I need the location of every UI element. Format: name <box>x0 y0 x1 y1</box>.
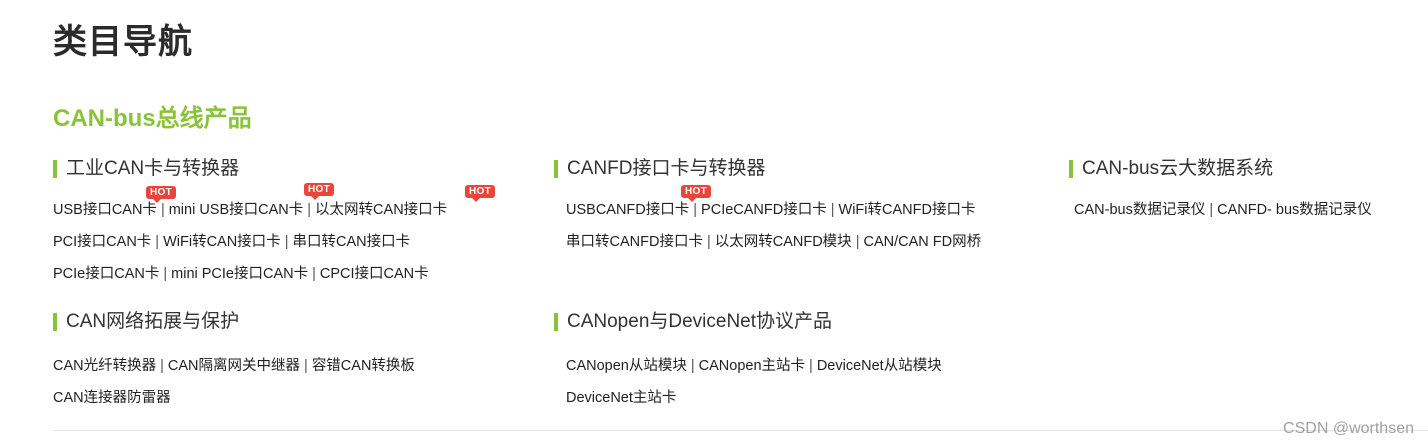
hot-badge: HOT <box>146 186 177 203</box>
hot-badge: HOT <box>681 185 712 202</box>
link-can-fiber[interactable]: CAN光纤转换器 <box>53 358 156 374</box>
link-can-gateway-repeater[interactable]: CAN隔离网关中继器 <box>168 358 300 374</box>
separator: | <box>160 202 165 218</box>
category-heading-label: CANFD接口卡与转换器 <box>567 158 766 179</box>
separator: | <box>809 358 813 374</box>
separator: | <box>693 202 698 218</box>
accent-bar <box>554 160 558 178</box>
link-devicenet-master[interactable]: DeviceNet主站卡 <box>566 390 676 406</box>
link-ethernet-can[interactable]: 以太网转CAN接口卡 <box>315 202 447 218</box>
link-line: USBCANFD接口卡 | PCIeCANFD接口卡 | WiFi转CANFD接口卡 <box>566 200 975 220</box>
link-wifi-canfd[interactable]: WiFi转CANFD接口卡 <box>839 202 976 218</box>
link-mini-usb-can[interactable]: mini USB接口CAN卡 <box>169 202 304 218</box>
hot-badge: HOT <box>304 183 335 200</box>
category-heading-industrial-can[interactable]: 工业CAN卡与转换器 <box>53 157 239 181</box>
link-pci-can[interactable]: PCI接口CAN卡 <box>53 234 151 250</box>
link-serial-canfd[interactable]: 串口转CANFD接口卡 <box>566 234 703 250</box>
separator: | <box>312 266 316 282</box>
category-heading-label: CAN网络拓展与保护 <box>66 311 240 332</box>
link-usbcanfd[interactable]: USBCANFD接口卡 <box>566 202 689 218</box>
link-pciecanfd[interactable]: PCIeCANFD接口卡 <box>701 202 827 218</box>
link-line: CAN-bus数据记录仪 | CANFD- bus数据记录仪 <box>1074 200 1372 220</box>
section-title: CAN-bus总线产品 <box>53 105 252 132</box>
category-heading-canopen[interactable]: CANopen与DeviceNet协议产品 <box>554 310 832 334</box>
category-heading-network[interactable]: CAN网络拓展与保护 <box>53 310 239 334</box>
link-cpci-can[interactable]: CPCI接口CAN卡 <box>320 266 429 282</box>
separator: | <box>690 358 695 374</box>
separator: | <box>163 266 168 282</box>
separator: | <box>304 358 308 374</box>
separator: | <box>706 234 711 250</box>
link-line: CAN光纤转换器 | CAN隔离网关中继器 | 容错CAN转换板 <box>53 356 415 376</box>
link-line: DeviceNet主站卡 <box>566 388 676 408</box>
link-line: CANopen从站模块 | CANopen主站卡 | DeviceNet从站模块 <box>566 356 942 376</box>
category-heading-label: 工业CAN卡与转换器 <box>66 158 240 179</box>
accent-bar <box>554 313 558 331</box>
link-line: 串口转CANFD接口卡 | 以太网转CANFD模块 | CAN/CAN FD网桥 <box>566 232 981 252</box>
accent-bar <box>53 160 57 178</box>
link-serial-can[interactable]: 串口转CAN接口卡 <box>292 234 410 250</box>
link-ethernet-canfd[interactable]: 以太网转CANFD模块 <box>715 234 852 250</box>
category-heading-label: CANopen与DeviceNet协议产品 <box>567 311 833 332</box>
link-devicenet-slave[interactable]: DeviceNet从站模块 <box>817 358 942 374</box>
category-heading-canfd[interactable]: CANFD接口卡与转换器 <box>554 157 765 181</box>
link-can-surge-protector[interactable]: CAN连接器防雷器 <box>53 390 171 406</box>
link-mini-pcie-can[interactable]: mini PCIe接口CAN卡 <box>171 266 308 282</box>
category-heading-label: CAN-bus云大数据系统 <box>1082 158 1274 179</box>
accent-bar <box>1069 160 1073 178</box>
link-line: PCI接口CAN卡 | WiFi转CAN接口卡 | 串口转CAN接口卡 <box>53 232 410 252</box>
link-line: CAN连接器防雷器 <box>53 388 171 408</box>
link-usb-can[interactable]: USB接口CAN卡 <box>53 202 157 218</box>
link-pcie-can[interactable]: PCIe接口CAN卡 <box>53 266 159 282</box>
separator: | <box>307 202 312 218</box>
separator: | <box>284 234 289 250</box>
link-canfd-bus-logger[interactable]: CANFD- bus数据记录仪 <box>1217 202 1372 218</box>
separator: | <box>1209 202 1214 218</box>
link-fault-tolerant-can[interactable]: 容错CAN转换板 <box>312 358 415 374</box>
category-heading-cloud[interactable]: CAN-bus云大数据系统 <box>1069 157 1273 181</box>
divider <box>53 430 1428 431</box>
separator: | <box>160 358 164 374</box>
separator: | <box>830 202 835 218</box>
link-can-bus-logger[interactable]: CAN-bus数据记录仪 <box>1074 202 1205 218</box>
link-line: USB接口CAN卡 | mini USB接口CAN卡 | 以太网转CAN接口卡 <box>53 200 447 220</box>
separator: | <box>855 234 860 250</box>
link-wifi-can[interactable]: WiFi转CAN接口卡 <box>163 234 281 250</box>
watermark: CSDN @worthsen <box>1283 420 1414 437</box>
link-can-canfd-bridge[interactable]: CAN/CAN FD网桥 <box>863 234 981 250</box>
link-line: PCIe接口CAN卡 | mini PCIe接口CAN卡 | CPCI接口CAN卡 <box>53 264 429 284</box>
link-canopen-master[interactable]: CANopen主站卡 <box>699 358 805 374</box>
separator: | <box>155 234 160 250</box>
page-title: 类目导航 <box>53 23 193 61</box>
accent-bar <box>53 313 57 331</box>
link-canopen-slave[interactable]: CANopen从站模块 <box>566 358 687 374</box>
hot-badge: HOT <box>465 185 496 202</box>
